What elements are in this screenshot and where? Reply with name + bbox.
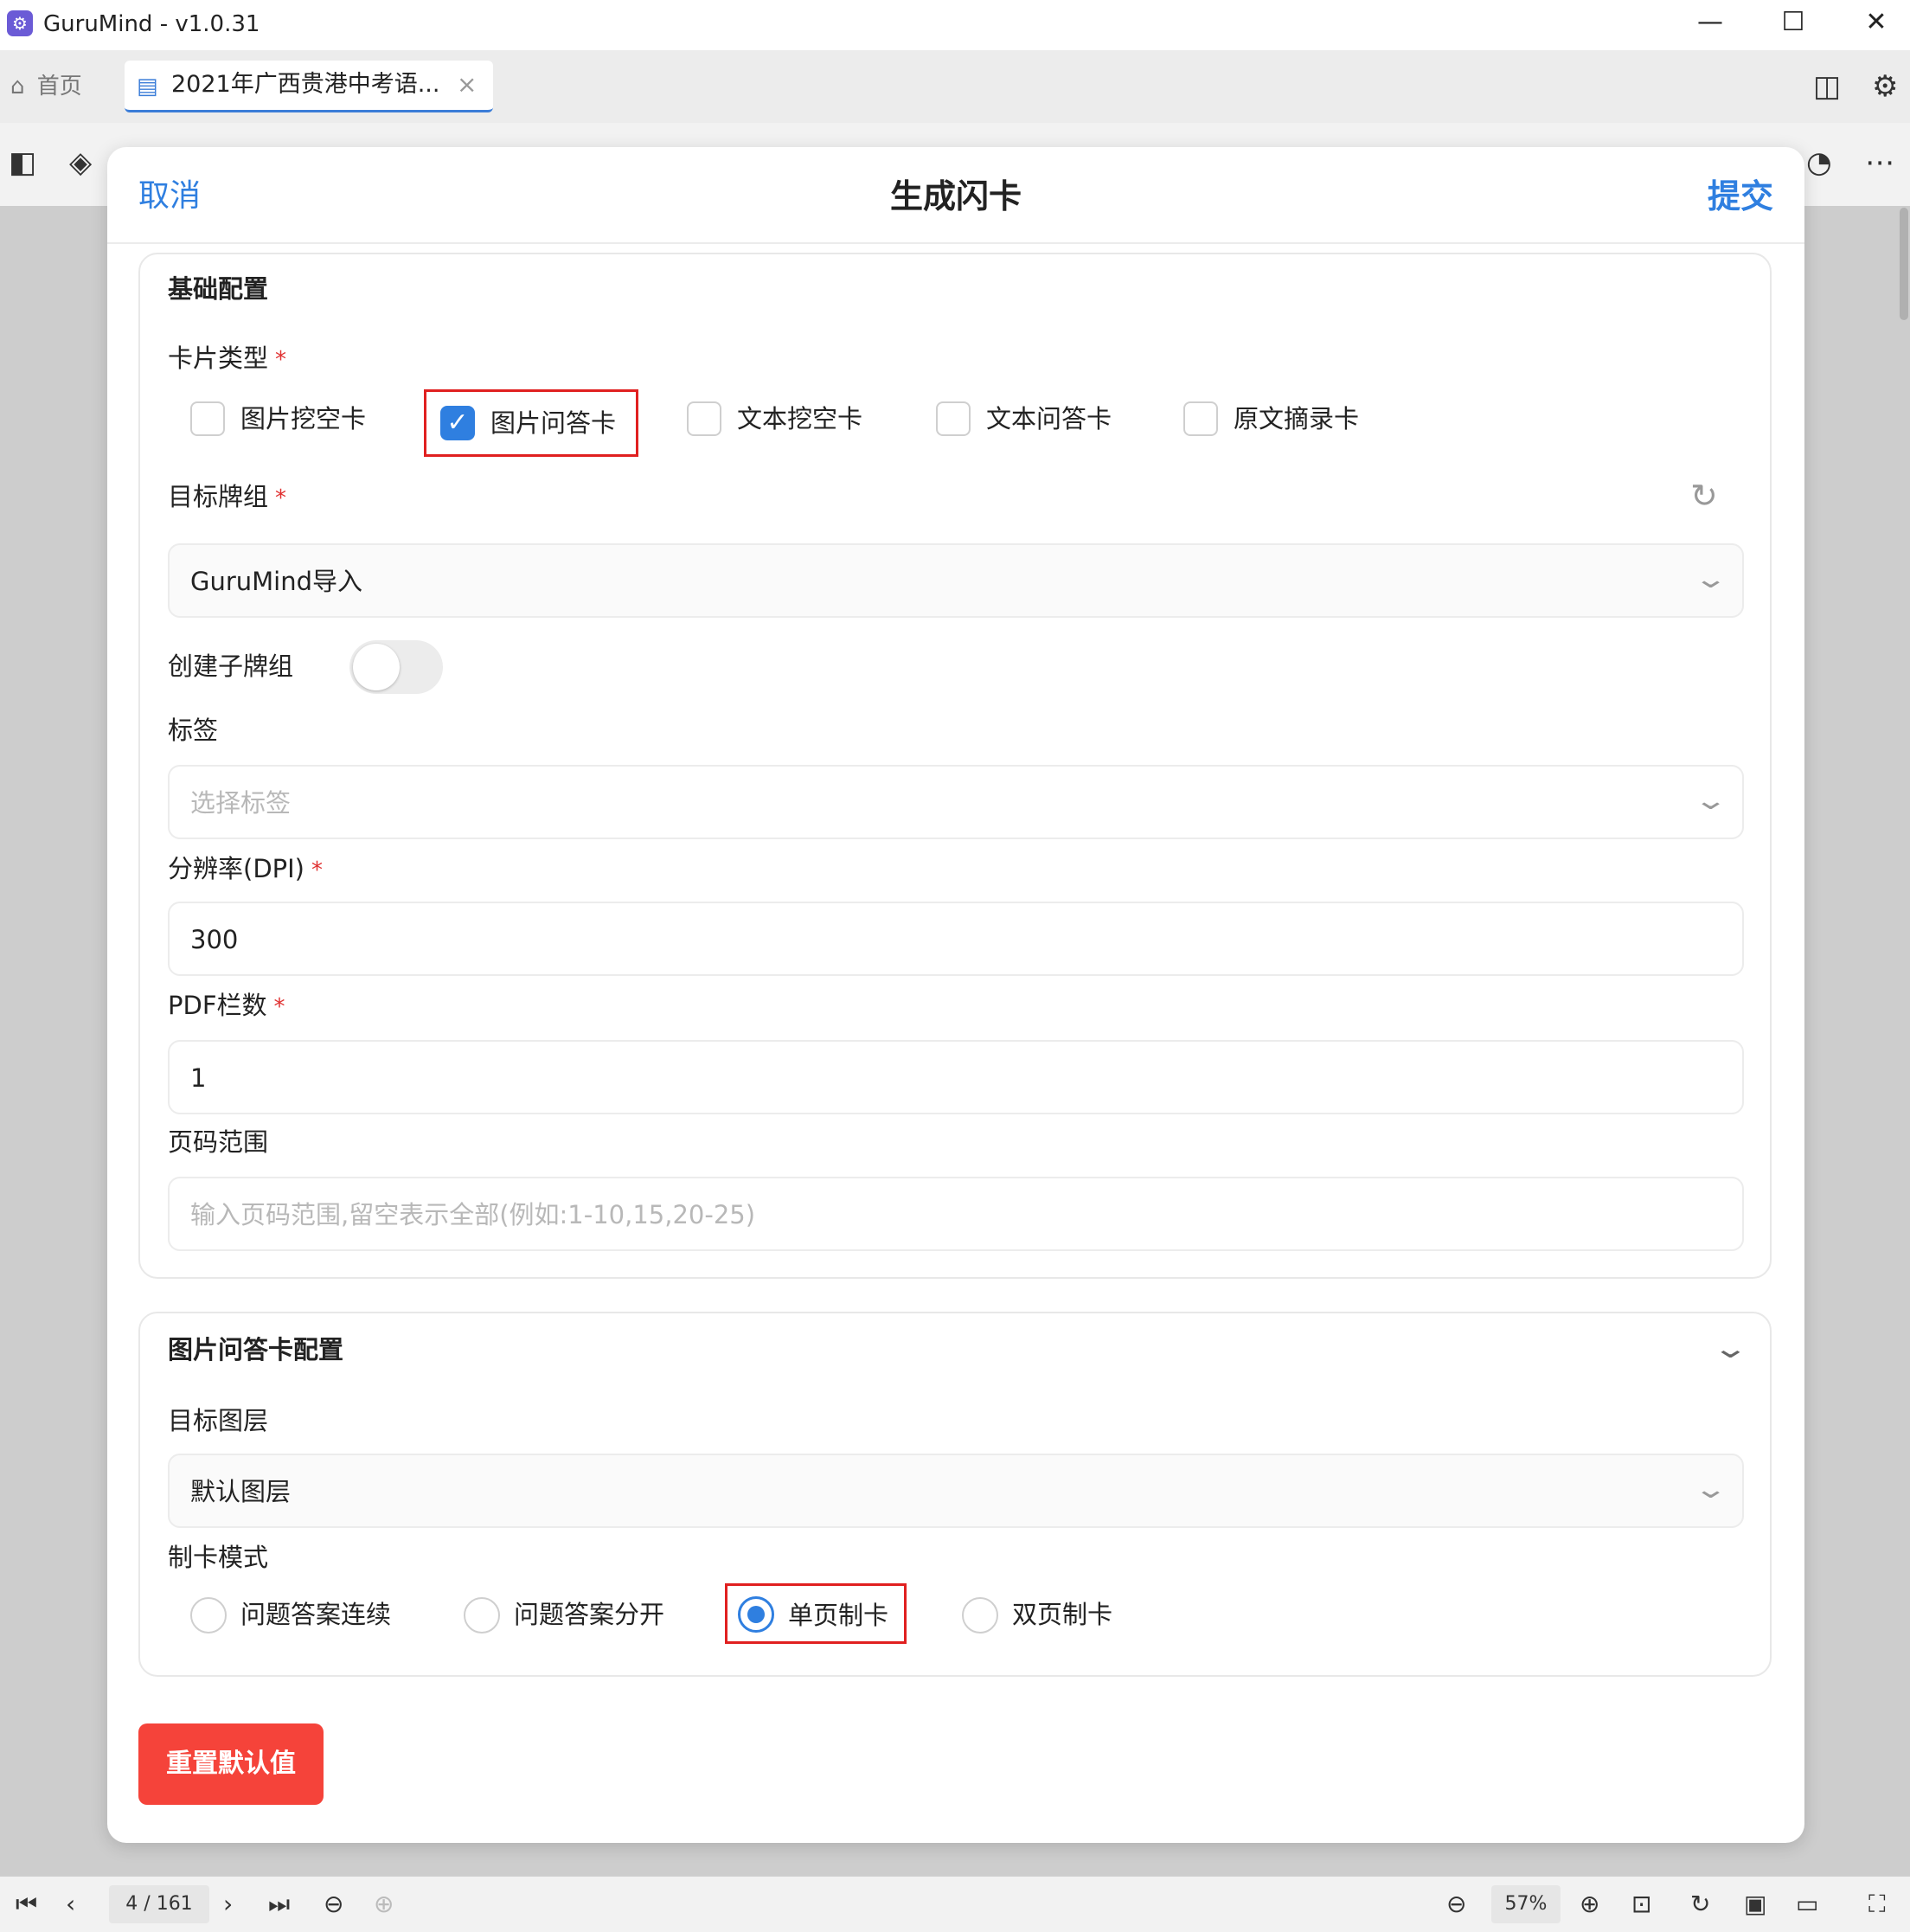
zoom-in-icon[interactable]: ⊕ — [1580, 1889, 1599, 1920]
refresh-icon[interactable]: ↻ — [1690, 476, 1718, 516]
chevron-down-icon: ⌄ — [1693, 564, 1728, 594]
basic-config-section: 基础配置 卡片类型 * 图片挖空卡 ✓ 图片问答卡 文本挖空卡 文本问答卡 原文摘… — [138, 253, 1772, 1279]
checkbox[interactable] — [1183, 401, 1218, 436]
required-mark: * — [273, 994, 285, 1020]
first-page-icon[interactable]: ⏮ — [16, 1889, 37, 1920]
tab-bar: ⌂ 首页 ▤ 2021年广西贵港中考语... × ◫ ⚙ — [0, 50, 1910, 124]
gear-icon[interactable]: ⚙ — [1872, 69, 1898, 104]
dpi-input[interactable]: 300 — [168, 902, 1744, 976]
card-type-option-label: 原文摘录卡 — [1234, 404, 1360, 433]
target-layer-label: 目标图层 — [168, 1406, 269, 1435]
mode-option-label: 单页制卡 — [788, 1601, 889, 1630]
lock-icon[interactable]: ⊡ — [1631, 1889, 1651, 1920]
dpi-value: 300 — [190, 925, 239, 954]
tab-home-label: 首页 — [36, 74, 82, 99]
app-logo-icon: ⚙ — [7, 10, 33, 36]
split-view-icon[interactable]: ◫ — [1813, 69, 1841, 104]
card-type-label: 卡片类型 * — [168, 343, 287, 373]
checkbox[interactable] — [936, 401, 971, 436]
pdf-columns-value: 1 — [190, 1063, 207, 1093]
title-bar: ⚙ GuruMind - v1.0.31 — ☐ ✕ — [0, 0, 1910, 50]
image-qa-config-section: 图片问答卡配置 ⌄ 目标图层 默认图层 ⌄ 制卡模式 问题答案连续 问题答案分开… — [138, 1312, 1772, 1677]
card-type-option-label: 文本问答卡 — [986, 404, 1112, 433]
close-window-button[interactable]: ✕ — [1837, 0, 1910, 47]
mode-option-single-page[interactable]: 单页制卡 — [725, 1583, 907, 1644]
window-title: GuruMind - v1.0.31 — [43, 11, 260, 37]
card-mode-label: 制卡模式 — [168, 1543, 269, 1572]
radio[interactable] — [464, 1597, 500, 1634]
mode-option-label: 问题答案连续 — [240, 1600, 392, 1629]
page-indicator[interactable]: 4 / 161 — [109, 1885, 209, 1923]
tab-home[interactable]: ⌂ 首页 — [10, 67, 82, 106]
bottom-bar: ⏮ ‹ 4 / 161 › ⏭ ⊖ ⊕ ⊖ 57% ⊕ ⊡ ↻ ▣ ▭ ⛶ — [0, 1876, 1910, 1932]
page-range-input[interactable]: 输入页码范围,留空表示全部(例如:1-10,15,20-25) — [168, 1177, 1744, 1251]
dialog-title: 生成闪卡 — [889, 177, 1022, 215]
prev-page-icon[interactable]: ‹ — [66, 1889, 75, 1920]
mode-option-label: 问题答案分开 — [514, 1600, 665, 1629]
check-icon[interactable]: ✓ — [440, 406, 475, 440]
create-subdeck-label: 创建子牌组 — [168, 651, 294, 681]
home-icon: ⌂ — [10, 74, 25, 99]
layers-icon[interactable]: ◈ — [69, 145, 92, 180]
fullscreen-icon[interactable]: ⛶ — [1868, 1889, 1886, 1920]
card-type-option-image-qa[interactable]: ✓ 图片问答卡 — [424, 389, 638, 457]
toggle-knob — [353, 644, 400, 690]
radio[interactable] — [962, 1597, 998, 1634]
chevron-down-icon: ⌄ — [1693, 786, 1728, 816]
card-type-option-label: 图片挖空卡 — [240, 404, 367, 433]
generate-flashcards-dialog: 取消 生成闪卡 提交 基础配置 卡片类型 * 图片挖空卡 ✓ 图片问答卡 文本挖空… — [107, 147, 1804, 1843]
target-deck-value: GuruMind导入 — [190, 567, 363, 596]
palette-icon[interactable]: ◔ — [1806, 145, 1832, 180]
image-qa-config-title: 图片问答卡配置 — [168, 1335, 344, 1364]
sidebar-toggle-icon[interactable]: ◧ — [9, 145, 36, 180]
pdf-columns-input[interactable]: 1 — [168, 1040, 1744, 1114]
page-range-placeholder: 输入页码范围,留空表示全部(例如:1-10,15,20-25) — [190, 1200, 756, 1229]
create-subdeck-toggle[interactable] — [349, 640, 443, 694]
required-mark: * — [275, 347, 287, 373]
mode-option-label: 双页制卡 — [1012, 1600, 1113, 1629]
tags-select[interactable]: 选择标签 ⌄ — [168, 765, 1744, 839]
dpi-label: 分辨率(DPI) * — [168, 854, 323, 883]
basic-config-title: 基础配置 — [168, 274, 269, 304]
back-icon[interactable]: ⊖ — [324, 1889, 343, 1920]
dialog-divider — [107, 242, 1804, 244]
page-range-label: 页码范围 — [168, 1127, 269, 1157]
card-type-option-label: 图片问答卡 — [490, 408, 617, 438]
next-page-icon[interactable]: › — [223, 1889, 233, 1920]
checkbox[interactable] — [687, 401, 721, 436]
layout-icon[interactable]: ▭ — [1796, 1889, 1818, 1920]
chevron-down-icon: ⌄ — [1693, 1474, 1728, 1505]
rotate-icon[interactable]: ↻ — [1690, 1889, 1710, 1920]
required-mark: * — [311, 857, 323, 883]
collapse-chevron-icon[interactable]: ⌄ — [1712, 1331, 1749, 1365]
scrollbar[interactable] — [1900, 208, 1908, 320]
minimize-button[interactable]: — — [1671, 0, 1749, 47]
more-icon[interactable]: ⋯ — [1865, 145, 1894, 180]
target-layer-value: 默认图层 — [190, 1477, 292, 1506]
target-deck-select[interactable]: GuruMind导入 ⌄ — [168, 543, 1744, 618]
checkbox[interactable] — [190, 401, 225, 436]
tab-document-label: 2021年广西贵港中考语... — [171, 71, 440, 98]
document-icon: ▤ — [137, 74, 158, 99]
forward-icon[interactable]: ⊕ — [374, 1889, 394, 1920]
target-layer-select[interactable]: 默认图层 ⌄ — [168, 1454, 1744, 1528]
last-page-icon[interactable]: ⏭ — [268, 1889, 290, 1920]
tags-label: 标签 — [168, 716, 219, 745]
radio[interactable] — [190, 1597, 227, 1634]
zoom-level[interactable]: 57% — [1491, 1885, 1561, 1923]
tab-close-icon[interactable]: × — [457, 67, 477, 102]
maximize-button[interactable]: ☐ — [1754, 0, 1832, 47]
pdf-columns-label: PDF栏数 * — [168, 991, 285, 1020]
reset-defaults-button[interactable]: 重置默认值 — [138, 1723, 324, 1805]
required-mark: * — [275, 485, 287, 511]
radio-selected[interactable] — [738, 1596, 774, 1633]
tab-document[interactable]: ▤ 2021年广西贵港中考语... × — [125, 61, 493, 112]
fit-page-icon[interactable]: ▣ — [1744, 1889, 1766, 1920]
card-type-option-label: 文本挖空卡 — [737, 404, 863, 433]
zoom-out-icon[interactable]: ⊖ — [1446, 1889, 1466, 1920]
submit-button[interactable]: 提交 — [1708, 175, 1773, 218]
tags-placeholder: 选择标签 — [190, 788, 292, 818]
target-deck-label: 目标牌组 * — [168, 482, 287, 511]
